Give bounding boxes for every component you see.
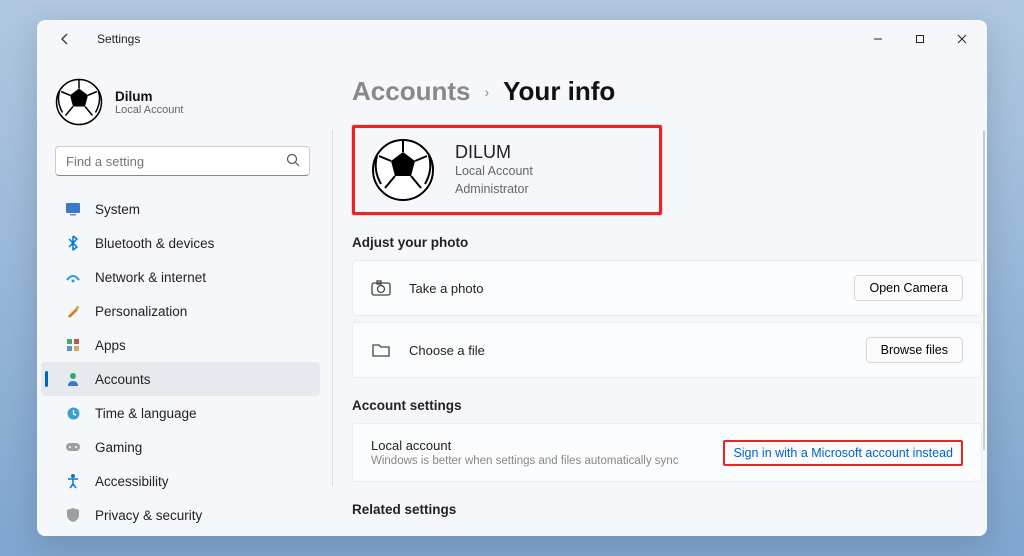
accessibility-icon [65,473,81,489]
nav: System Bluetooth & devices Network & int… [41,192,320,532]
accounts-icon [65,371,81,387]
browse-files-button[interactable]: Browse files [866,337,963,363]
chevron-right-icon: › [484,84,489,100]
sidebar-item-system[interactable]: System [41,192,320,226]
breadcrumb: Accounts › Your info [352,76,977,107]
nav-label: Personalization [95,304,187,319]
nav-label: Accessibility [95,474,169,489]
user-subtitle: Local Account [115,104,184,116]
system-icon [65,201,81,217]
scrollbar[interactable] [983,130,985,450]
nav-label: Apps [95,338,126,353]
local-account-sub: Windows is better when settings and file… [371,455,723,467]
section-adjust-photo: Adjust your photo [352,235,977,250]
nav-label: Network & internet [95,270,206,285]
search-input[interactable] [55,146,310,176]
nav-label: System [95,202,140,217]
minimize-button[interactable] [857,24,899,54]
section-account-settings: Account settings [352,398,977,413]
user-block[interactable]: Dilum Local Account [41,66,320,138]
sign-in-highlight: Sign in with a Microsoft account instead [723,440,963,466]
camera-icon [371,280,391,296]
sidebar: Dilum Local Account System Bluetooth & d… [37,58,332,536]
sidebar-item-gaming[interactable]: Gaming [41,430,320,464]
time-icon [65,405,81,421]
sign-in-link[interactable]: Sign in with a Microsoft account instead [733,446,953,460]
window-title: Settings [97,32,140,46]
user-name: Dilum [115,89,184,104]
personalization-icon [65,303,81,319]
avatar-large [371,138,435,202]
profile-role: Administrator [455,181,533,199]
breadcrumb-root[interactable]: Accounts [352,76,470,107]
privacy-icon [65,507,81,523]
profile-name: DILUM [455,142,533,163]
sidebar-item-time[interactable]: Time & language [41,396,320,430]
maximize-button[interactable] [899,24,941,54]
search-icon [286,153,300,167]
nav-label: Time & language [95,406,197,421]
local-account-label: Local account [371,438,723,453]
bluetooth-icon [65,235,81,251]
sidebar-item-privacy[interactable]: Privacy & security [41,498,320,532]
window-controls [857,24,983,54]
network-icon [65,269,81,285]
nav-label: Accounts [95,372,151,387]
profile-type: Local Account [455,163,533,181]
sidebar-item-personalization[interactable]: Personalization [41,294,320,328]
page-title: Your info [503,76,615,107]
nav-label: Gaming [95,440,142,455]
titlebar: Settings [37,20,987,58]
choose-file-label: Choose a file [409,343,866,358]
apps-icon [65,337,81,353]
local-account-row: Local account Windows is better when set… [352,423,982,482]
sidebar-item-network[interactable]: Network & internet [41,260,320,294]
nav-label: Privacy & security [95,508,202,523]
main-panel: Accounts › Your info DILUM Local Account… [332,58,987,536]
sidebar-item-apps[interactable]: Apps [41,328,320,362]
search-box [55,146,310,176]
divider [332,130,333,486]
close-button[interactable] [941,24,983,54]
section-related: Related settings [352,502,977,517]
nav-label: Bluetooth & devices [95,236,214,251]
sidebar-item-bluetooth[interactable]: Bluetooth & devices [41,226,320,260]
sidebar-item-accounts[interactable]: Accounts [41,362,320,396]
back-button[interactable] [55,32,75,46]
gaming-icon [65,439,81,455]
profile-card: DILUM Local Account Administrator [352,125,662,215]
take-photo-label: Take a photo [409,281,854,296]
take-photo-row: Take a photo Open Camera [352,260,982,316]
folder-icon [371,342,391,358]
sidebar-item-accessibility[interactable]: Accessibility [41,464,320,498]
choose-file-row: Choose a file Browse files [352,322,982,378]
open-camera-button[interactable]: Open Camera [854,275,963,301]
avatar [55,78,103,126]
settings-window: Settings Dilum Local Account [37,20,987,536]
